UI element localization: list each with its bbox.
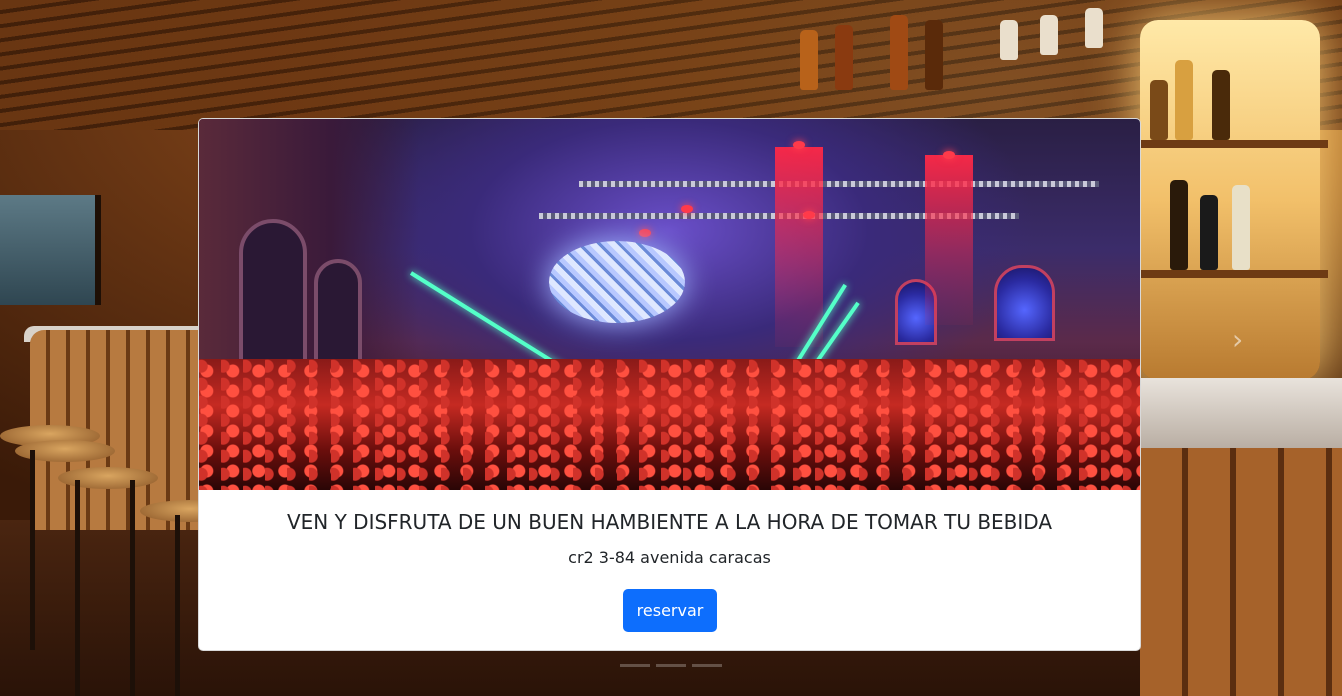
venue-card: VEN Y DISFRUTA DE UN BUEN HAMBIENTE A LA… xyxy=(198,118,1141,651)
bottle-shelf xyxy=(1140,20,1320,380)
bottle xyxy=(835,25,853,90)
bottle xyxy=(1200,195,1218,270)
carousel-indicator[interactable] xyxy=(692,664,722,667)
visual-projection xyxy=(549,241,685,323)
red-light-beam xyxy=(925,155,973,325)
bottle xyxy=(1212,70,1230,140)
crowd xyxy=(199,359,1140,490)
bottle xyxy=(1175,60,1193,140)
carousel-indicator[interactable] xyxy=(620,664,650,667)
photo-arch-window xyxy=(994,265,1055,341)
reserve-button[interactable]: reservar xyxy=(623,589,717,632)
red-light-beam xyxy=(775,147,823,347)
stage-light xyxy=(803,211,815,219)
stool-leg xyxy=(30,450,35,650)
club-photo xyxy=(199,119,1140,490)
carousel-indicator[interactable] xyxy=(656,664,686,667)
bottle xyxy=(1085,8,1103,48)
bar-counter-top xyxy=(1140,378,1342,448)
bar-stool xyxy=(58,467,158,489)
stool-leg xyxy=(175,515,180,696)
bottle xyxy=(1170,180,1188,270)
bottle xyxy=(1150,80,1168,140)
background-window xyxy=(0,195,101,305)
bottle xyxy=(1040,15,1058,55)
stage-light xyxy=(681,205,693,213)
bottle xyxy=(890,15,908,90)
card-title: VEN Y DISFRUTA DE UN BUEN HAMBIENTE A LA… xyxy=(286,510,1053,534)
stool-leg xyxy=(75,480,80,696)
bottle xyxy=(925,20,943,90)
card-body: VEN Y DISFRUTA DE UN BUEN HAMBIENTE A LA… xyxy=(199,490,1140,650)
light-truss xyxy=(579,181,1099,187)
bottle xyxy=(1232,185,1250,270)
stage-light xyxy=(639,229,651,237)
shelf-board xyxy=(1138,140,1328,148)
shelf-board xyxy=(1138,270,1328,278)
bottle xyxy=(800,30,818,90)
stage-light xyxy=(793,141,805,149)
chevron-right-icon[interactable]: › xyxy=(1232,326,1243,354)
stage-light xyxy=(943,151,955,159)
photo-arch xyxy=(239,219,307,377)
card-address: cr2 3-84 avenida caracas xyxy=(568,548,771,567)
bottle xyxy=(1000,20,1018,60)
stool-leg xyxy=(130,480,135,696)
